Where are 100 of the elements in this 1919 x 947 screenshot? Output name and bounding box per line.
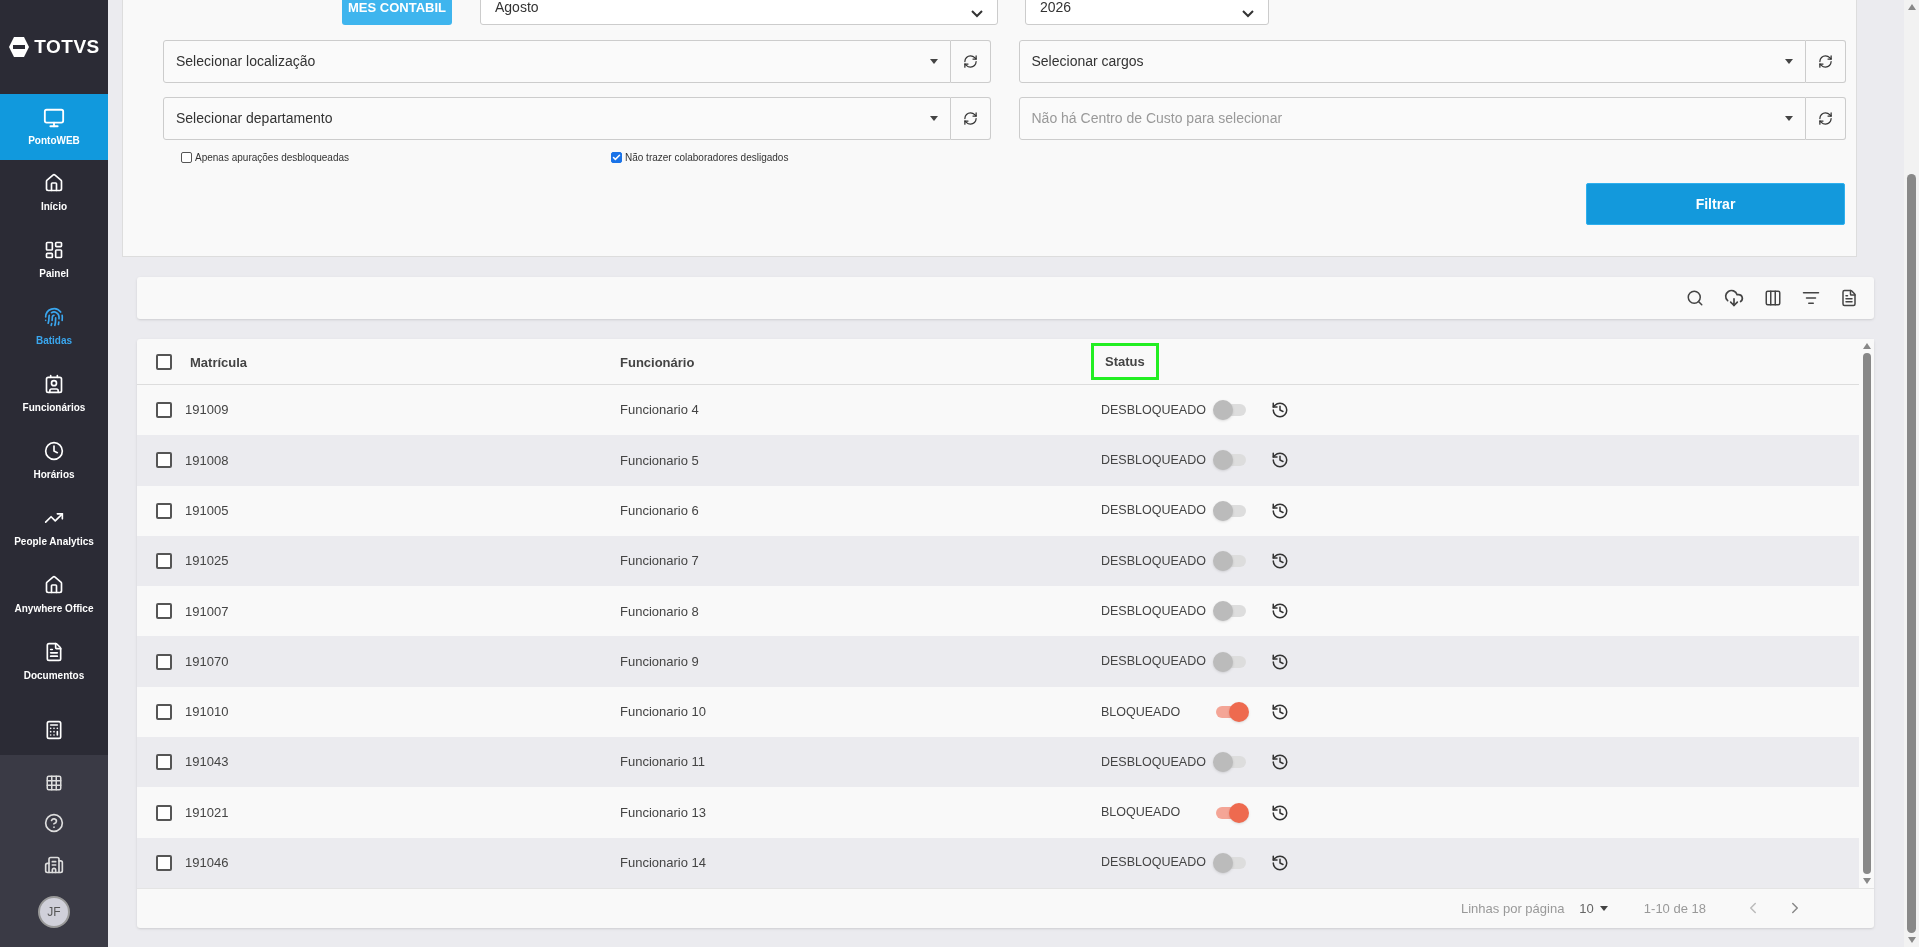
status-text: DESBLOQUEADO	[1101, 502, 1207, 520]
document-icon[interactable]	[1840, 289, 1858, 307]
table-cell-text: 191005	[185, 502, 230, 520]
checkbox-label: Apenas apurações desbloqueadas	[195, 151, 349, 165]
history-icon[interactable]	[1271, 552, 1289, 571]
history-icon[interactable]	[1271, 803, 1289, 822]
history-icon[interactable]	[1271, 501, 1289, 520]
history-icon[interactable]	[1271, 753, 1289, 772]
table-row[interactable]: 191070 Funcionario 9 DESBLOQUEADO	[137, 636, 1859, 687]
user-avatar[interactable]: JF	[38, 896, 70, 929]
table-cell-text: 191043	[185, 753, 230, 772]
chevron-down-icon	[971, 10, 983, 18]
status-text: DESBLOQUEADO	[1101, 854, 1207, 872]
table-cell-text: Funcionario 7	[620, 552, 700, 571]
history-icon[interactable]	[1271, 702, 1289, 721]
scroll-down-icon[interactable]	[1907, 937, 1916, 943]
search-icon[interactable]	[1686, 289, 1704, 307]
sidebar-item[interactable]: Anywhere Office	[0, 562, 108, 629]
rows-per-page-label: Linhas por página	[1461, 899, 1565, 918]
caret-icon	[1785, 116, 1793, 121]
house-icon	[44, 173, 64, 193]
id-badge-icon	[44, 374, 64, 394]
rows-per-page-select[interactable]: 10	[1579, 898, 1608, 919]
scroll-up-icon[interactable]	[1862, 343, 1871, 349]
table-cell-text: 191046	[185, 854, 230, 873]
refresh-button[interactable]	[1806, 40, 1846, 83]
table-row[interactable]: 191008 Funcionario 5 DESBLOQUEADO	[137, 435, 1859, 486]
history-icon[interactable]	[1271, 451, 1289, 470]
dashboard-icon	[44, 240, 64, 260]
table-cell-text: 191007	[185, 602, 230, 621]
table-cell-text: Funcionario 8	[620, 602, 700, 621]
checkbox[interactable]	[155, 653, 172, 670]
checkbox[interactable]	[155, 502, 172, 519]
column-header[interactable]: Status	[1091, 342, 1159, 381]
checkbox[interactable]	[155, 402, 172, 419]
refresh-button[interactable]	[950, 40, 991, 83]
status-text: DESBLOQUEADO	[1101, 401, 1207, 419]
refresh-icon	[962, 111, 978, 126]
checkbox[interactable]	[611, 152, 622, 163]
scroll-up-icon[interactable]	[1907, 4, 1916, 10]
refresh-button[interactable]	[950, 97, 991, 140]
sidebar-item[interactable]: Batidas	[0, 294, 108, 361]
refresh-icon	[1818, 54, 1833, 69]
help-icon[interactable]	[44, 813, 64, 834]
building-icon[interactable]	[44, 854, 64, 875]
checkbox-label: Não trazer colaboradores desligados	[625, 151, 789, 165]
calculator-icon	[44, 719, 64, 740]
column-header[interactable]: Funcionário	[620, 352, 695, 372]
clock-icon	[44, 441, 64, 461]
select-field[interactable]: Selecionar cargos	[1018, 40, 1806, 83]
scrollbar-thumb[interactable]	[1862, 353, 1871, 874]
column-header[interactable]: Matrícula	[190, 352, 248, 372]
checkbox[interactable]	[181, 152, 192, 163]
checkbox[interactable]	[155, 854, 172, 871]
checkbox[interactable]	[155, 353, 172, 370]
checkbox[interactable]	[155, 553, 172, 570]
select-field[interactable]: Selecionar localização	[163, 40, 951, 83]
checkbox[interactable]	[155, 603, 172, 620]
checkbox[interactable]	[155, 804, 172, 821]
filter-icon[interactable]	[1802, 289, 1820, 307]
year-select[interactable]: 2026	[1025, 0, 1269, 25]
checkbox[interactable]	[155, 703, 172, 720]
sidebar-item[interactable]: Início	[0, 160, 108, 227]
table-cell-text: Funcionario 9	[620, 652, 700, 671]
status-text: DESBLOQUEADO	[1101, 552, 1207, 570]
history-icon[interactable]	[1271, 652, 1289, 671]
sidebar-item[interactable]: People Analytics	[0, 495, 108, 562]
table-cell-text: Funcionario 5	[620, 451, 700, 470]
sidebar-item[interactable]: Funcionários	[0, 361, 108, 428]
history-icon[interactable]	[1271, 602, 1289, 621]
table-cell-text: Funcionario 10	[620, 703, 707, 722]
status-text: DESBLOQUEADO	[1101, 452, 1207, 470]
scroll-down-icon[interactable]	[1862, 877, 1871, 884]
columns-icon[interactable]	[1764, 289, 1782, 307]
select-field[interactable]: Selecionar departamento	[163, 97, 951, 140]
logo-icon	[8, 36, 31, 58]
table-cell-text: 191008	[185, 451, 230, 470]
status-text: DESBLOQUEADO	[1101, 653, 1207, 671]
table-cell-text: 191010	[185, 703, 230, 722]
month-select[interactable]: Agosto	[480, 0, 998, 25]
table-cell-text: Funcionario 13	[620, 803, 707, 822]
fingerprint-icon	[44, 307, 64, 327]
caret-icon	[1599, 905, 1608, 911]
table-row[interactable]: 191043 Funcionario 11 DESBLOQUEADO	[137, 737, 1859, 788]
sidebar-item[interactable]: Horários	[0, 428, 108, 495]
table-cell-text: Funcionario 4	[620, 401, 700, 420]
table-row[interactable]: 191046 Funcionario 14 DESBLOQUEADO	[137, 837, 1859, 888]
history-icon[interactable]	[1271, 401, 1289, 420]
sidebar-item[interactable]: Documentos	[0, 629, 108, 696]
cloud-download-icon[interactable]	[1724, 288, 1744, 308]
status-text: DESBLOQUEADO	[1101, 753, 1207, 771]
logo-text: TOTVS	[34, 34, 100, 59]
scrollbar-thumb[interactable]	[1907, 174, 1916, 933]
checkbox[interactable]	[155, 452, 172, 469]
apps-grid-icon[interactable]	[45, 773, 63, 792]
checkbox[interactable]	[155, 754, 172, 771]
sidebar-item[interactable]: Painel	[0, 227, 108, 294]
history-icon[interactable]	[1271, 853, 1289, 872]
table-row[interactable]: 191025 Funcionario 7 DESBLOQUEADO	[137, 535, 1859, 587]
refresh-button[interactable]	[1806, 97, 1846, 140]
